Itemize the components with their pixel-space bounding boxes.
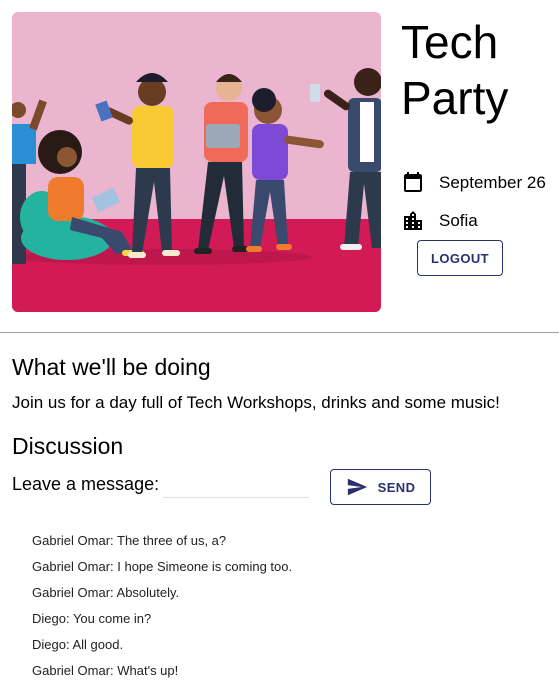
send-button[interactable]: SEND <box>330 469 431 505</box>
message-item: Diego: You come in? <box>32 611 152 626</box>
section-divider <box>0 332 559 333</box>
event-title: Tech Party <box>401 16 509 124</box>
city-icon <box>404 211 422 230</box>
message-label: Leave a message: <box>12 474 160 494</box>
event-hero-illustration <box>12 12 381 312</box>
message-item: Gabriel Omar: What's up! <box>32 663 179 678</box>
calendar-icon <box>404 172 422 192</box>
event-date-row: September 26 <box>401 170 546 196</box>
message-item: Gabriel Omar: Absolutely. <box>32 585 180 600</box>
event-location-row: Sofia <box>401 208 478 234</box>
event-page: Tech Party September 26 Sofia LOGOUT Wha… <box>0 0 559 692</box>
event-date: September 26 <box>439 173 546 192</box>
message-item: Gabriel Omar: The three of us, a? <box>32 533 227 548</box>
message-item: Diego: All good. <box>32 637 124 652</box>
about-heading: What we'll be doing <box>12 354 211 380</box>
send-button-label: SEND <box>377 479 416 495</box>
event-location: Sofia <box>439 211 478 230</box>
message-item: Gabriel Omar: I hope Simeone is coming t… <box>32 559 293 574</box>
send-icon <box>347 478 367 496</box>
discussion-heading: Discussion <box>12 433 124 459</box>
event-description: Join us for a day full of Tech Workshops… <box>12 393 500 412</box>
message-list: Gabriel Omar: The three of us, a? Gabrie… <box>32 532 292 688</box>
message-input[interactable] <box>163 473 309 498</box>
logout-button[interactable]: LOGOUT <box>417 240 503 276</box>
